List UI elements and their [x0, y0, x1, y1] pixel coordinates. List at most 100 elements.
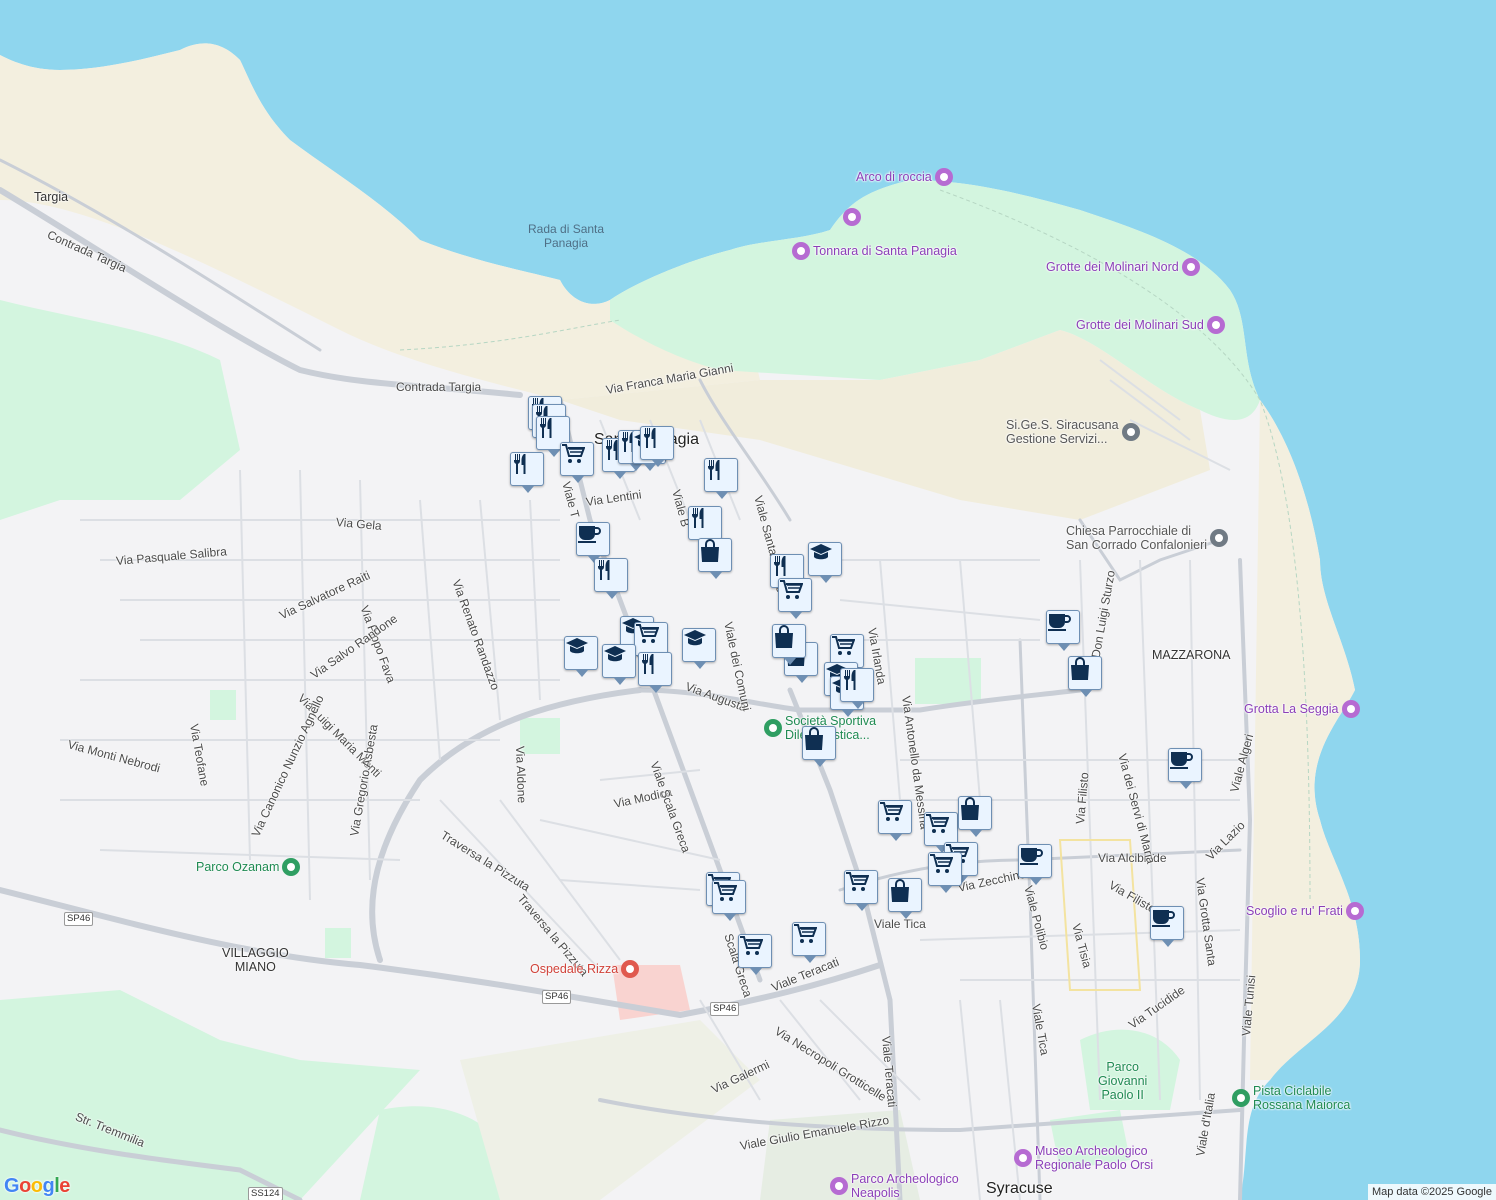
- marker-grocery[interactable]: [844, 870, 878, 911]
- marker-grocery[interactable]: [792, 922, 826, 963]
- cart-icon: [713, 881, 744, 912]
- marker-school[interactable]: [682, 628, 716, 669]
- marker-grocery[interactable]: [712, 880, 746, 921]
- poi-label: Parco Giovanni Paolo II: [1098, 1060, 1148, 1102]
- marker-cafe[interactable]: [1150, 906, 1184, 947]
- cart-icon: [929, 853, 960, 884]
- marker-restaurant[interactable]: [640, 426, 674, 467]
- coffee-icon: [1169, 749, 1200, 780]
- coffee-icon: [1047, 611, 1078, 642]
- cart-icon: [925, 813, 956, 844]
- marker-restaurant[interactable]: [638, 652, 672, 693]
- poi-grotta-seggia[interactable]: Grotta La Seggia: [1244, 700, 1360, 718]
- shopping-bag-icon: [889, 879, 920, 910]
- map-attribution: Map data ©2025 Google: [1367, 1184, 1496, 1200]
- street-label-via-gela: Via Gela: [335, 515, 383, 533]
- marker-restaurant[interactable]: [704, 458, 738, 499]
- marker-grocery[interactable]: [778, 578, 812, 619]
- camera-icon: [1345, 902, 1364, 920]
- place-label-syracuse: Syracuse: [986, 1180, 1053, 1197]
- street-label-via-aldone: Via Aldone: [513, 745, 529, 804]
- marker-grocery[interactable]: [560, 442, 594, 483]
- poi-parco-giovanni[interactable]: Parco Giovanni Paolo II: [1098, 1060, 1147, 1102]
- cart-icon: [845, 871, 876, 902]
- cross-icon: [1210, 529, 1229, 547]
- camera-icon: [843, 208, 861, 226]
- marker-restaurant[interactable]: [688, 506, 722, 547]
- place-label-villaggio-miano: VILLAGGIO MIANO: [222, 946, 289, 974]
- poi-label: Grotte dei Molinari Nord: [1046, 260, 1179, 274]
- google-logo: Google: [4, 1175, 70, 1197]
- poi-label: Ospedale Rizza: [530, 962, 619, 976]
- poi-pista-ciclabile[interactable]: Pista Ciclabile Rossana Maiorca: [1232, 1084, 1350, 1112]
- school-icon: [809, 543, 840, 574]
- coffee-icon: [1019, 845, 1050, 876]
- road-shield: SP46: [64, 912, 94, 926]
- poi-label: Grotte dei Molinari Sud: [1076, 318, 1204, 332]
- marker-grocery[interactable]: [738, 934, 772, 975]
- marker-shopping[interactable]: [958, 796, 992, 837]
- cart-icon: [635, 623, 666, 654]
- marker-shopping[interactable]: [772, 624, 806, 665]
- marker-grocery[interactable]: [928, 852, 962, 893]
- poi-label: Grotta La Seggia: [1244, 702, 1339, 716]
- restaurant-icon: [841, 669, 872, 700]
- marker-shopping[interactable]: [1068, 656, 1102, 697]
- road-shield: SP46: [542, 990, 572, 1004]
- poi-molinari-sud[interactable]: Grotte dei Molinari Sud: [1076, 316, 1225, 334]
- marker-grocery[interactable]: [634, 622, 668, 663]
- road-shield: SS124: [248, 1187, 283, 1200]
- poi-sigess[interactable]: Si.Ge.S. Siracusana Gestione Servizi...: [1006, 418, 1140, 446]
- restaurant-icon: [511, 453, 542, 484]
- coffee-icon: [577, 523, 608, 554]
- shopping-bag-icon: [1069, 657, 1100, 688]
- poi-ospedale-rizza[interactable]: Ospedale Rizza: [530, 960, 640, 978]
- map-basemap: [0, 0, 1496, 1200]
- school-icon: [603, 645, 634, 676]
- marker-restaurant[interactable]: [594, 558, 628, 599]
- poi-tonnara[interactable]: Tonnara di Santa Panagia: [792, 242, 957, 260]
- poi-label: Chiesa Parrocchiale di San Corrado Confa…: [1066, 524, 1208, 552]
- road-shield: SP46: [710, 1002, 740, 1016]
- poi-arco-di-roccia[interactable]: Arco di roccia: [856, 168, 953, 186]
- marker-restaurant[interactable]: [840, 668, 874, 709]
- marker-cafe[interactable]: [576, 522, 610, 563]
- poi-scoglio[interactable]: Scoglio e ru' Frati: [1246, 902, 1364, 920]
- camera-icon: [1341, 700, 1360, 718]
- marker-school[interactable]: [602, 644, 636, 685]
- marker-grocery[interactable]: [924, 812, 958, 853]
- coffee-icon: [1151, 907, 1182, 938]
- marker-shopping[interactable]: [888, 878, 922, 919]
- hospital-icon: [621, 960, 640, 978]
- water-label: Rada di Santa Panagia: [528, 222, 605, 250]
- poi-chiesa[interactable]: Chiesa Parrocchiale di San Corrado Confa…: [1066, 524, 1229, 552]
- poi-museo[interactable]: Museo Archeologico Regionale Paolo Orsi: [1014, 1144, 1153, 1172]
- street-label-contrada-targia-2: Contrada Targia: [396, 380, 482, 394]
- poi-parco-ozanam[interactable]: Parco Ozanam: [196, 858, 301, 876]
- marker-grocery[interactable]: [878, 800, 912, 841]
- poi-label: Si.Ge.S. Siracusana Gestione Servizi...: [1006, 418, 1119, 446]
- marker-cafe[interactable]: [1168, 748, 1202, 789]
- marker-cafe[interactable]: [1046, 610, 1080, 651]
- marker-school[interactable]: [808, 542, 842, 583]
- marker-cafe[interactable]: [1018, 844, 1052, 885]
- poi-label: Scoglio e ru' Frati: [1246, 904, 1343, 918]
- camera-icon: [1181, 258, 1200, 276]
- cart-icon: [561, 443, 592, 474]
- poi-parco-archeologico[interactable]: Parco Archeologico Neapolis: [830, 1172, 959, 1200]
- place-label-mazzarona: MAZZARONA: [1152, 648, 1231, 662]
- marker-restaurant[interactable]: [510, 452, 544, 493]
- poi-unnamed-camera[interactable]: [843, 208, 864, 226]
- map-canvas[interactable]: Rada di Santa Panagia Targia VILLAGGIO MIA…: [0, 0, 1496, 1200]
- marker-school[interactable]: [564, 636, 598, 677]
- marker-shopping[interactable]: [698, 538, 732, 579]
- camera-icon: [934, 168, 953, 186]
- poi-label: Arco di roccia: [856, 170, 932, 184]
- marker-shopping[interactable]: [802, 726, 836, 767]
- camera-icon: [792, 242, 810, 260]
- pin-icon: [1232, 1089, 1250, 1107]
- pin-icon: [1121, 423, 1140, 441]
- poi-label: Museo Archeologico Regionale Paolo Orsi: [1035, 1144, 1154, 1172]
- museum-icon: [1014, 1149, 1032, 1167]
- poi-molinari-nord[interactable]: Grotte dei Molinari Nord: [1046, 258, 1200, 276]
